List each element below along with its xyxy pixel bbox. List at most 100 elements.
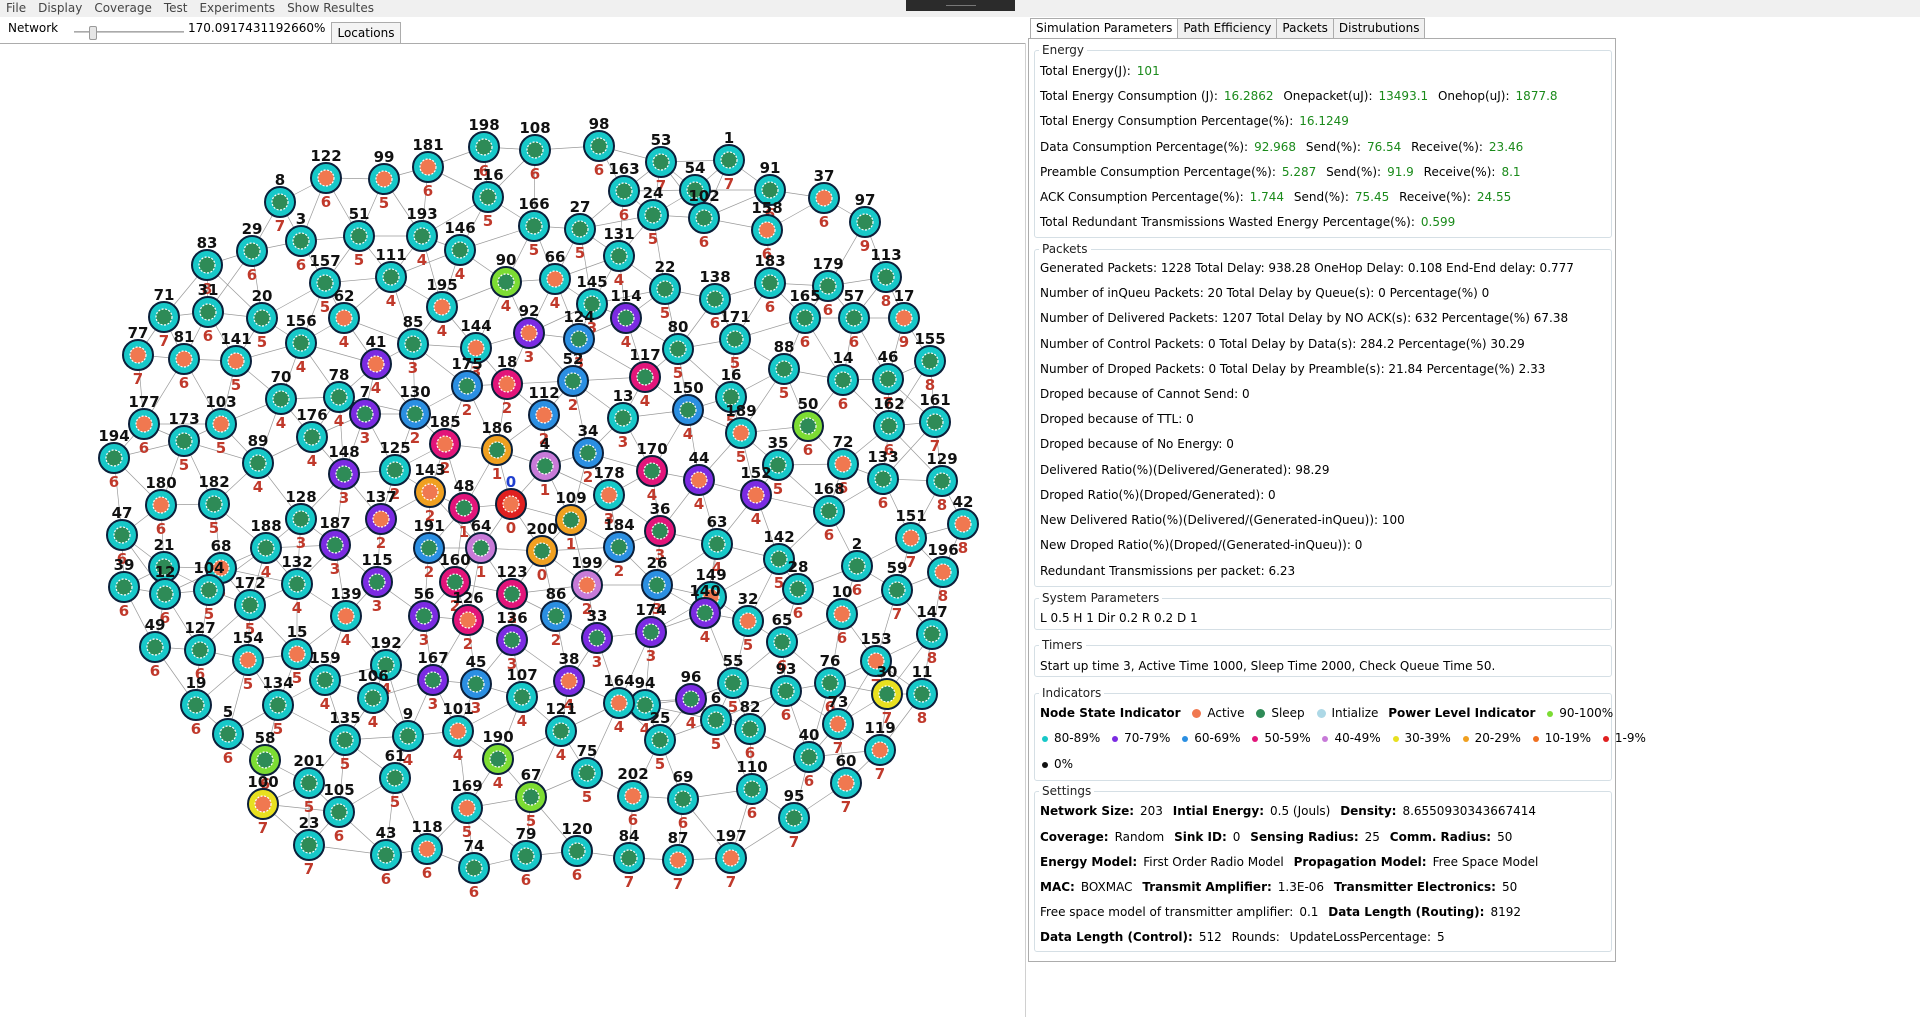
sensor-node-194[interactable]: 1946 xyxy=(98,427,130,491)
sensor-node-40[interactable]: 40 6 xyxy=(793,726,825,790)
sensor-node-85[interactable]: 85 3 xyxy=(397,313,429,377)
sensor-node-115[interactable]: 115 3 xyxy=(361,551,393,615)
network-canvas[interactable]: 0019861086986537171816995122687116516365… xyxy=(0,44,1025,1017)
sensor-node-169[interactable]: 1695 xyxy=(451,777,483,841)
sensor-node-1[interactable]: 17 xyxy=(713,129,745,193)
sensor-node-11[interactable]: 11 8 xyxy=(906,663,938,727)
sensor-node-103[interactable]: 103 5 xyxy=(205,393,237,457)
sensor-node-128[interactable]: 128 3 xyxy=(285,488,317,552)
sensor-node-37[interactable]: 37 6 xyxy=(808,167,840,231)
sensor-node-29[interactable]: 29 6 xyxy=(236,220,268,284)
sensor-node-163[interactable]: 1636 xyxy=(608,160,640,224)
sensor-node-100[interactable]: 100 7 xyxy=(247,773,279,837)
sensor-node-74[interactable]: 74 6 xyxy=(458,837,490,901)
sensor-node-18[interactable]: 18 2 xyxy=(491,353,523,417)
sensor-node-150[interactable]: 1504 xyxy=(672,379,704,443)
sensor-node-180[interactable]: 1806 xyxy=(145,474,177,538)
sensor-node-117[interactable]: 117 4 xyxy=(629,346,661,410)
sensor-node-131[interactable]: 1314 xyxy=(603,225,635,289)
sensor-node-135[interactable]: 135 5 xyxy=(329,709,361,773)
sensor-node-171[interactable]: 1715 xyxy=(719,308,751,372)
sensor-node-189[interactable]: 1895 xyxy=(725,402,757,466)
sensor-node-193[interactable]: 1934 xyxy=(406,205,438,269)
sensor-node-105[interactable]: 105 6 xyxy=(323,781,355,845)
menu-show-results[interactable]: Show Resultes xyxy=(281,0,380,17)
sensor-node-147[interactable]: 1478 xyxy=(916,603,948,667)
sensor-node-86[interactable]: 86 2 xyxy=(540,585,572,649)
sensor-node-195[interactable]: 1954 xyxy=(426,276,458,340)
sensor-node-5[interactable]: 56 xyxy=(212,703,244,767)
sensor-node-136[interactable]: 1363 xyxy=(496,609,528,673)
sensor-node-101[interactable]: 101 4 xyxy=(442,700,474,764)
tab-packets[interactable]: Packets xyxy=(1276,18,1334,38)
sensor-node-191[interactable]: 1912 xyxy=(413,517,445,581)
sensor-node-22[interactable]: 225 xyxy=(649,258,681,322)
sensor-node-75[interactable]: 75 5 xyxy=(571,742,603,806)
sensor-node-114[interactable]: 1144 xyxy=(610,287,642,351)
sensor-node-62[interactable]: 62 4 xyxy=(328,287,360,351)
sensor-node-64[interactable]: 64 1 xyxy=(465,517,497,581)
sensor-node-190[interactable]: 1904 xyxy=(482,728,514,792)
sensor-node-109[interactable]: 109 1 xyxy=(555,489,587,553)
sensor-node-184[interactable]: 1842 xyxy=(603,516,635,580)
sensor-node-146[interactable]: 1464 xyxy=(444,219,476,283)
sensor-node-161[interactable]: 1617 xyxy=(919,391,951,455)
sensor-node-108[interactable]: 108 6 xyxy=(519,119,551,183)
sensor-node-188[interactable]: 1884 xyxy=(250,517,282,581)
sensor-node-137[interactable]: 137 2 xyxy=(365,488,397,552)
sensor-node-79[interactable]: 79 6 xyxy=(510,825,542,889)
sensor-node-84[interactable]: 84 7 xyxy=(613,827,645,891)
sensor-node-8[interactable]: 87 xyxy=(264,171,296,235)
sensor-node-119[interactable]: 119 7 xyxy=(864,719,896,783)
sensor-node-140[interactable]: 140 4 xyxy=(689,582,721,646)
sensor-node-81[interactable]: 81 6 xyxy=(168,328,200,392)
sensor-node-13[interactable]: 13 3 xyxy=(607,387,639,451)
menu-experiments[interactable]: Experiments xyxy=(193,0,281,17)
sensor-node-118[interactable]: 118 6 xyxy=(411,818,443,882)
sensor-node-39[interactable]: 39 6 xyxy=(108,556,140,620)
sensor-node-132[interactable]: 132 4 xyxy=(281,553,313,617)
sensor-node-23[interactable]: 23 7 xyxy=(293,814,325,878)
tab-locations[interactable]: Locations xyxy=(331,22,401,43)
sensor-node-170[interactable]: 1704 xyxy=(636,440,668,504)
sensor-node-88[interactable]: 88 5 xyxy=(768,338,800,402)
sensor-node-159[interactable]: 1594 xyxy=(309,649,341,713)
sensor-node-95[interactable]: 95 7 xyxy=(778,787,810,851)
sensor-node-73[interactable]: 737 xyxy=(822,693,854,757)
sensor-node-102[interactable]: 102 6 xyxy=(688,187,720,251)
window-drag-strip[interactable] xyxy=(906,0,1015,11)
menu-file[interactable]: File xyxy=(0,0,32,17)
sensor-node-141[interactable]: 141 5 xyxy=(220,330,252,394)
sensor-node-196[interactable]: 1968 xyxy=(927,541,959,605)
sensor-node-122[interactable]: 122 6 xyxy=(310,147,342,211)
sensor-node-82[interactable]: 826 xyxy=(734,698,766,762)
sensor-node-67[interactable]: 675 xyxy=(515,766,547,830)
sensor-node-148[interactable]: 148 3 xyxy=(328,443,360,507)
sensor-node-27[interactable]: 27 5 xyxy=(564,198,596,262)
sensor-node-130[interactable]: 130 2 xyxy=(399,383,431,447)
sensor-node-106[interactable]: 106 4 xyxy=(357,667,389,731)
sensor-node-19[interactable]: 19 6 xyxy=(180,674,212,738)
sensor-node-187[interactable]: 1873 xyxy=(319,514,351,578)
sensor-node-51[interactable]: 51 5 xyxy=(343,205,375,269)
sensor-node-14[interactable]: 14 6 xyxy=(827,349,859,413)
sensor-node-70[interactable]: 70 4 xyxy=(265,368,297,432)
sensor-node-200[interactable]: 2000 xyxy=(526,520,558,584)
sensor-node-50[interactable]: 50 6 xyxy=(792,395,824,459)
sensor-node-174[interactable]: 1743 xyxy=(635,601,667,665)
sensor-node-33[interactable]: 333 xyxy=(581,607,613,671)
tab-simulation-parameters[interactable]: Simulation Parameters xyxy=(1030,18,1179,39)
sensor-node-155[interactable]: 1558 xyxy=(914,330,946,394)
sensor-node-110[interactable]: 110 6 xyxy=(736,758,768,822)
menu-coverage[interactable]: Coverage xyxy=(88,0,158,17)
sensor-node-183[interactable]: 1836 xyxy=(754,252,786,316)
menu-test[interactable]: Test xyxy=(158,0,194,17)
sensor-node-139[interactable]: 139 4 xyxy=(330,585,362,649)
sensor-node-44[interactable]: 444 xyxy=(683,449,715,513)
sensor-node-80[interactable]: 805 xyxy=(662,318,694,382)
sensor-node-156[interactable]: 1564 xyxy=(285,312,317,376)
sensor-node-176[interactable]: 1764 xyxy=(296,406,328,470)
sensor-node-126[interactable]: 126 2 xyxy=(452,589,484,653)
sensor-node-25[interactable]: 25 5 xyxy=(644,709,676,773)
sensor-node-111[interactable]: 111 4 xyxy=(375,246,407,310)
